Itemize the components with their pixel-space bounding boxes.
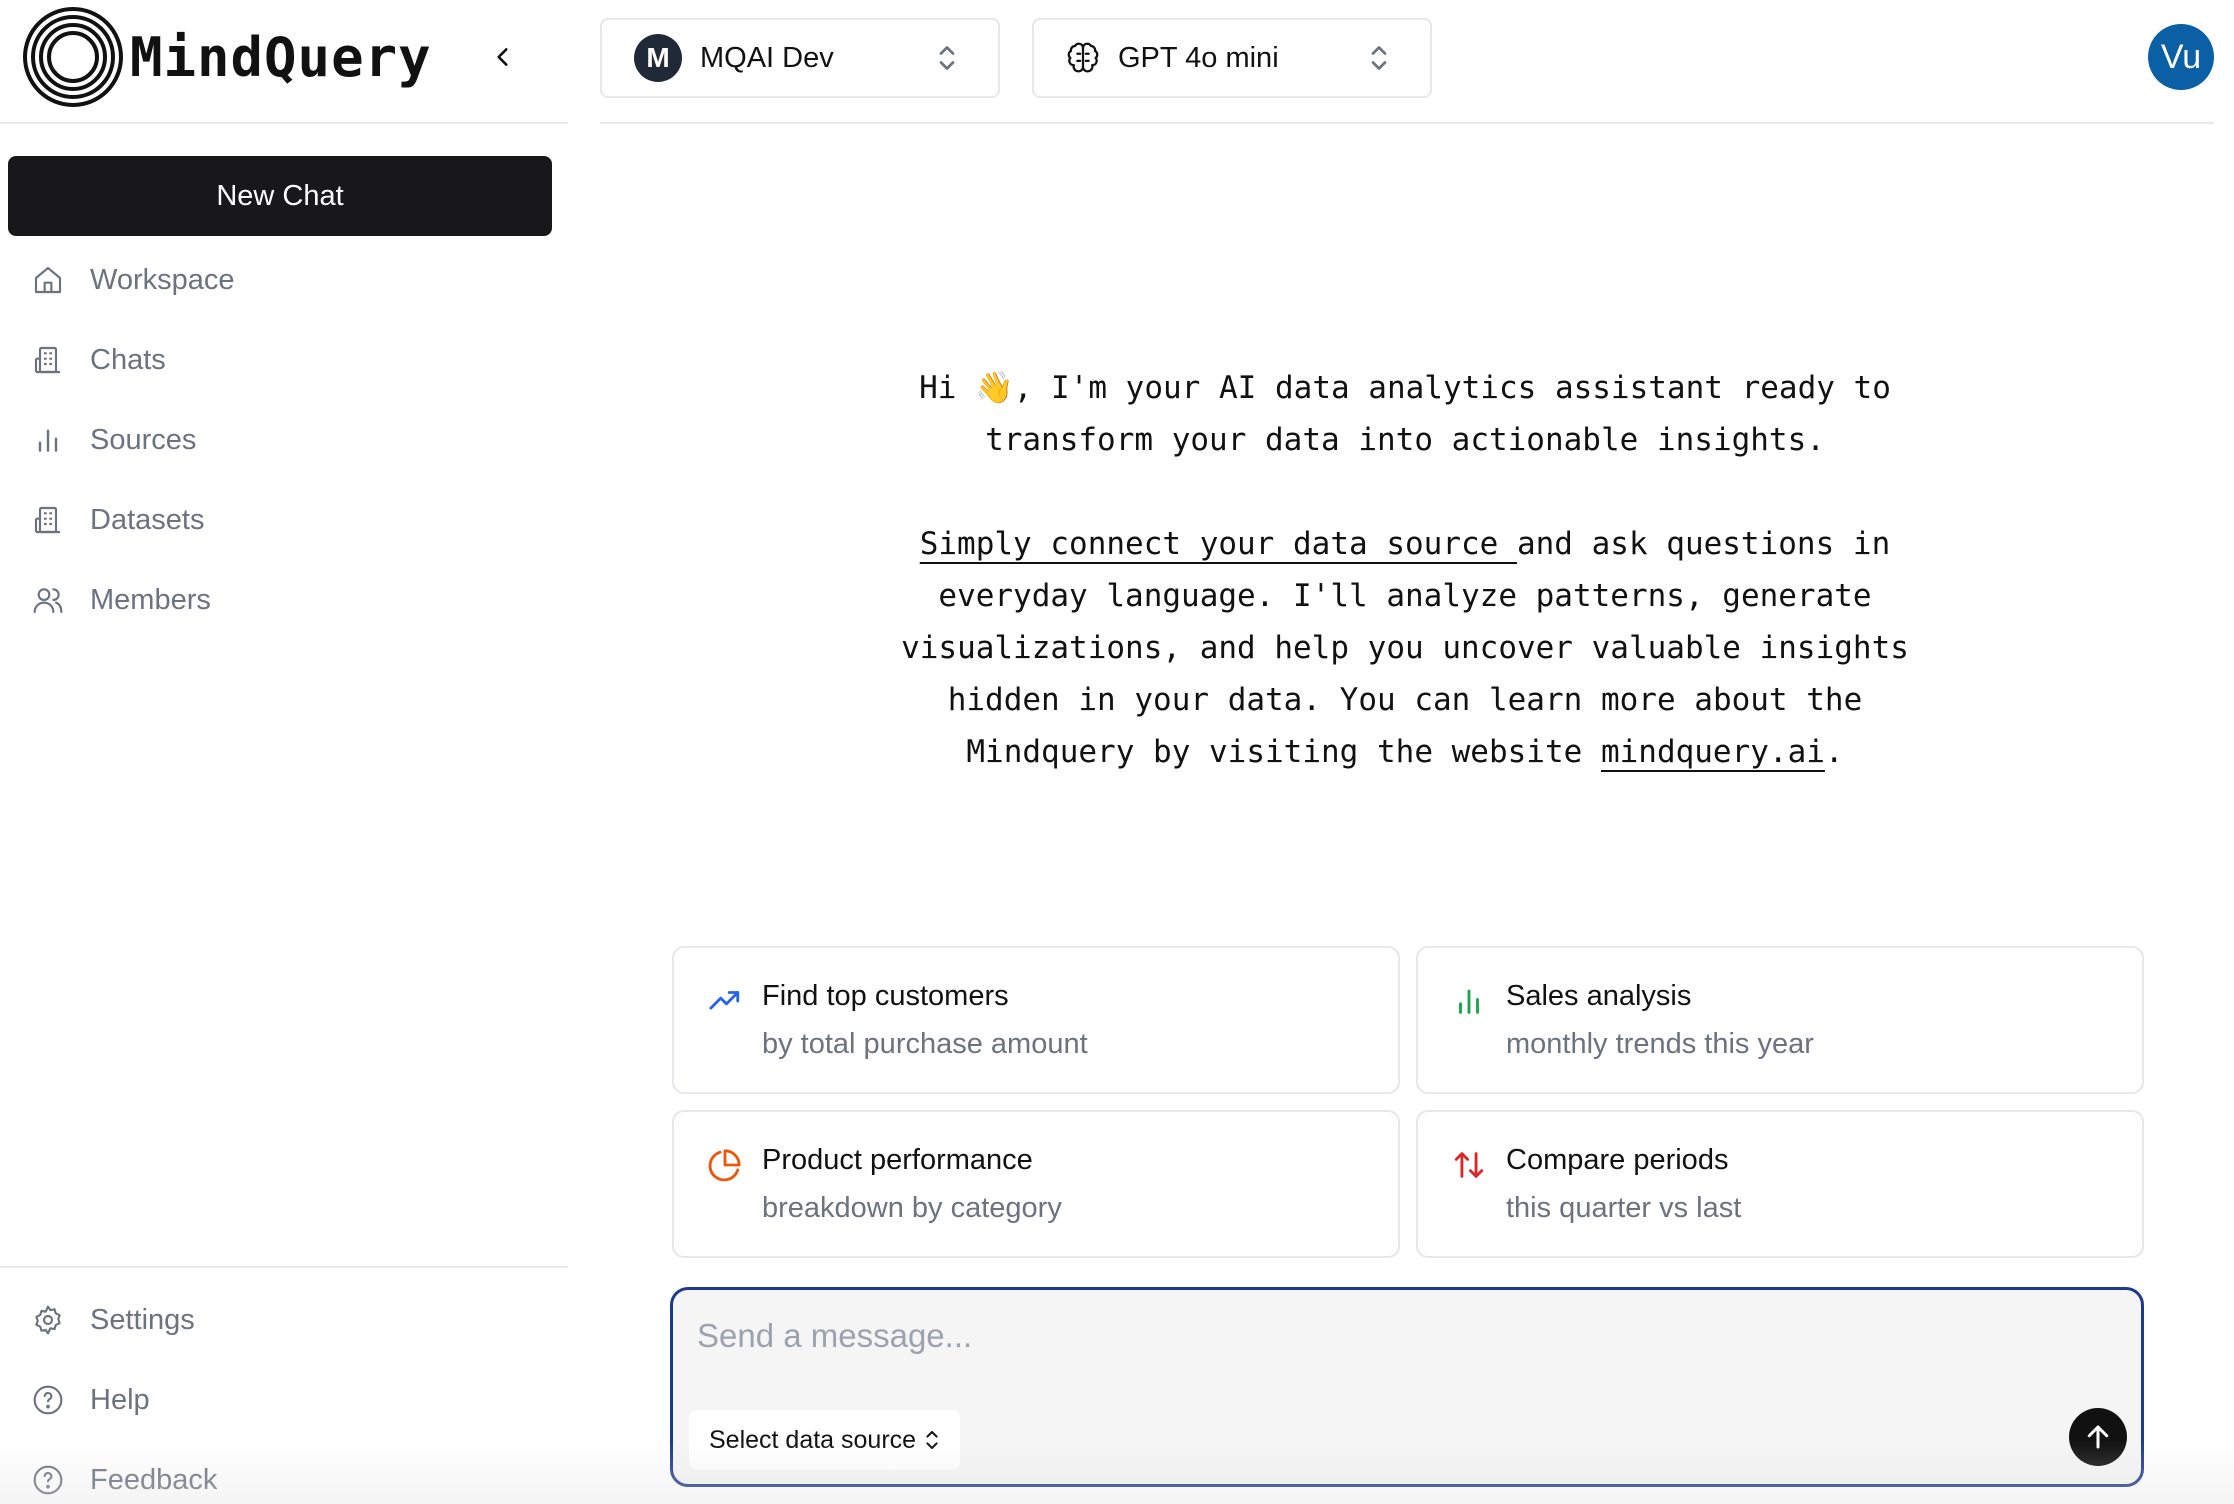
connect-data-source-link[interactable]: Simply connect your data source [920, 526, 1517, 562]
help-circle-icon [30, 1382, 66, 1418]
message-composer: Select data source [670, 1287, 2144, 1487]
bar-chart-icon [1459, 989, 1479, 1014]
home-icon [30, 262, 66, 298]
collapse-sidebar-button[interactable] [482, 36, 524, 78]
sidebar-item-label: Datasets [90, 503, 205, 536]
mindquery-logo [23, 7, 123, 107]
suggestion-card-product-performance[interactable]: Product performance breakdown by categor… [672, 1110, 1400, 1258]
suggestion-title: Find top customers [762, 980, 1009, 1012]
chevron-up-down-icon [926, 1430, 938, 1450]
suggestion-card-compare-periods[interactable]: Compare periods this quarter vs last [1416, 1110, 2144, 1258]
sidebar-item-settings[interactable]: Settings [30, 1290, 550, 1350]
data-source-label: Select data source [709, 1425, 917, 1454]
user-avatar[interactable]: Vu [2148, 24, 2214, 90]
intro-period: . [1824, 734, 1844, 770]
sidebar-item-workspace[interactable]: Workspace [30, 250, 550, 310]
suggestion-title: Product performance [762, 1144, 1033, 1176]
sidebar-item-label: Settings [90, 1303, 195, 1336]
chevron-up-down-icon [1371, 46, 1387, 70]
sidebar-item-help[interactable]: Help [30, 1370, 550, 1430]
sidebar-item-label: Help [90, 1383, 150, 1416]
trending-up-icon [709, 991, 740, 1010]
intro-body: Simply connect your data source and ask … [860, 518, 1950, 778]
sidebar-item-datasets[interactable]: Datasets [30, 490, 550, 550]
sidebar-divider-top [0, 122, 568, 124]
suggestion-title: Compare periods [1506, 1144, 1729, 1176]
suggestion-title: Sales analysis [1506, 980, 1692, 1012]
chevron-left-icon [497, 48, 508, 66]
greeting-text: Hi 👋, I'm your AI data analytics assista… [919, 370, 1891, 458]
sidebar-item-members[interactable]: Members [30, 570, 550, 630]
send-button[interactable] [2069, 1408, 2127, 1466]
suggestion-subtitle: monthly trends this year [1506, 1028, 1814, 1060]
model-selector[interactable]: GPT 4o mini [1032, 18, 1432, 98]
sidebar-divider-bottom [0, 1266, 568, 1268]
brand[interactable]: MindQuery [22, 6, 432, 108]
arrows-up-down-icon [1454, 1152, 1484, 1178]
suggestion-subtitle: by total purchase amount [762, 1028, 1088, 1060]
header-divider [600, 122, 2214, 124]
sidebar-item-feedback[interactable]: Feedback [30, 1450, 550, 1504]
workspace-badge: M [634, 34, 682, 82]
workspace-name: MQAI Dev [700, 41, 834, 74]
brain-icon [1067, 42, 1099, 73]
sidebar: MindQuery New Chat Workspace Chats Sourc… [0, 0, 568, 1504]
sidebar-item-label: Workspace [90, 263, 235, 296]
sidebar-item-chats[interactable]: Chats [30, 330, 550, 390]
gear-icon [30, 1302, 66, 1338]
sidebar-item-sources[interactable]: Sources [30, 410, 550, 470]
suggestion-subtitle: breakdown by category [762, 1192, 1062, 1224]
workspace-selector[interactable]: M MQAI Dev [600, 18, 1000, 98]
sidebar-item-label: Chats [90, 343, 166, 376]
model-name: GPT 4o mini [1118, 41, 1279, 74]
help-circle-icon [30, 1462, 66, 1498]
arrow-up-icon [2087, 1425, 2109, 1449]
brand-name: MindQuery [130, 25, 432, 89]
sidebar-item-label: Members [90, 583, 211, 616]
sidebar-item-label: Feedback [90, 1463, 218, 1496]
website-link[interactable]: mindquery.ai [1601, 734, 1825, 770]
building-icon [30, 502, 66, 538]
chevron-up-down-icon [939, 46, 955, 70]
app-root: MindQuery New Chat Workspace Chats Sourc… [0, 0, 2234, 1504]
suggestion-card-sales-analysis[interactable]: Sales analysis monthly trends this year [1416, 946, 2144, 1094]
building-icon [30, 342, 66, 378]
message-input[interactable] [697, 1306, 2097, 1366]
sidebar-item-label: Sources [90, 423, 197, 456]
pie-chart-icon [708, 1149, 741, 1182]
suggestion-card-top-customers[interactable]: Find top customers by total purchase amo… [672, 946, 1400, 1094]
suggestion-subtitle: this quarter vs last [1506, 1192, 1742, 1224]
select-data-source-button[interactable]: Select data source [689, 1410, 961, 1470]
new-chat-button[interactable]: New Chat [8, 156, 552, 236]
welcome-message: Hi 👋, I'm your AI data analytics assista… [860, 362, 1950, 778]
users-icon [30, 582, 66, 618]
bar-chart-icon [30, 422, 66, 458]
